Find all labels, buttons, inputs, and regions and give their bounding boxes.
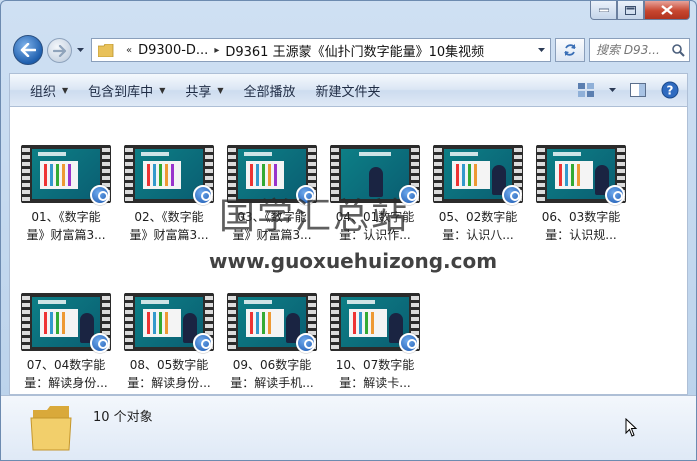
play-all-label: 全部播放 [243,84,296,100]
details-pane: 10 个对象 [1,395,696,460]
preview-pane-button[interactable] [627,79,649,101]
address-row: « D9300-D... ▸ D9361 王源蒙《仙扑门数字能量》10集视频 [9,35,690,65]
list-item[interactable]: 09、06数字能 量：解读手机... [224,255,320,390]
refresh-button[interactable] [555,38,585,62]
minimize-button[interactable] [590,1,617,20]
search-box[interactable] [589,38,690,62]
help-button[interactable]: ? [659,79,681,101]
media-player-icon [296,333,316,353]
dropdown-arrow-icon: ▼ [159,85,166,95]
organize-menu[interactable]: 组织 ▼ [20,74,78,106]
watermark-url: www.guoxuehuizong.com [209,249,498,273]
close-icon [661,5,673,15]
toolbar-right: ? [575,74,681,106]
forward-arrow-icon [52,44,66,57]
list-item[interactable]: 02、《数字能 量》财富篇3... [121,107,217,242]
share-label: 共享 [185,84,212,100]
file-name: 08、05数字能 量：解读身份... [127,358,211,390]
play-all-button[interactable]: 全部播放 [234,74,306,106]
address-dropdown[interactable] [532,39,550,61]
explorer-window: « D9300-D... ▸ D9361 王源蒙《仙扑门数字能量》10集视频 组… [0,0,697,461]
change-view-button[interactable] [575,79,597,101]
mouse-cursor-icon [625,418,638,437]
folder-icon [98,43,114,57]
preview-pane-icon [630,83,646,97]
file-name: 05、02数字能 量：认识八... [438,210,518,242]
command-bar: 组织 ▼ 包含到库中 ▼ 共享 ▼ 全部播放 新建文件夹 ? [9,73,688,107]
dropdown-arrow-icon: ▼ [62,85,69,95]
search-icon[interactable] [671,43,685,57]
file-name: 07、04数字能 量：解读身份... [24,358,108,390]
file-name: 02、《数字能 量》财富篇3... [129,210,209,242]
organize-label: 组织 [30,84,57,100]
dropdown-arrow-icon: ▼ [217,85,224,95]
recent-pages-dropdown[interactable] [75,45,85,55]
caption-buttons [590,1,690,20]
media-player-icon [90,333,110,353]
maximize-icon [625,5,636,15]
breadcrumb-separator-icon[interactable]: ▸ [214,45,219,56]
new-folder-label: 新建文件夹 [315,84,381,100]
include-in-library-label: 包含到库中 [88,84,154,100]
refresh-icon [564,44,576,56]
media-player-icon [193,333,213,353]
include-in-library-menu[interactable]: 包含到库中 ▼ [78,74,175,106]
svg-text:?: ? [667,84,674,98]
close-button[interactable] [644,1,690,20]
list-item[interactable]: 08、05数字能 量：解读身份... [121,255,217,390]
folder-icon [30,406,72,451]
chevron-down-icon [76,48,84,52]
new-folder-button[interactable]: 新建文件夹 [306,74,391,106]
media-player-icon [605,185,625,205]
list-item[interactable]: 10、07数字能 量：解读卡... [327,255,423,390]
media-player-icon [90,185,110,205]
maximize-button[interactable] [617,1,644,20]
help-icon: ? [661,81,679,99]
breadcrumb-current[interactable]: D9361 王源蒙《仙扑门数字能量》10集视频 [225,41,484,60]
media-player-icon [193,185,213,205]
back-arrow-icon [20,43,36,57]
watermark-chinese: 国学汇总站 [219,196,410,237]
minimize-icon [598,8,609,12]
list-item[interactable]: 07、04数字能 量：解读身份... [18,255,114,390]
file-name: 10、07数字能 量：解读卡... [335,358,415,390]
file-name: 09、06数字能 量：解读手机... [230,358,314,390]
view-options-dropdown[interactable] [607,79,617,101]
list-item[interactable]: 05、02数字能 量：认识八... [430,107,526,242]
file-name: 01、《数字能 量》财富篇3... [26,210,106,242]
share-menu[interactable]: 共享 ▼ [175,74,233,106]
back-button[interactable] [13,35,43,65]
chevron-down-icon [608,88,616,92]
media-player-icon [502,185,522,205]
list-item[interactable]: 01、《数字能 量》财富篇3... [18,107,114,242]
chevron-down-icon [537,48,545,52]
search-input[interactable] [596,43,670,57]
address-bar[interactable]: « D9300-D... ▸ D9361 王源蒙《仙扑门数字能量》10集视频 [91,38,551,62]
breadcrumb-overflow[interactable]: « [126,45,132,56]
file-name: 06、03数字能 量：认识规... [541,210,621,242]
media-player-icon [399,333,419,353]
list-item[interactable]: 06、03数字能 量：认识规... [533,107,629,242]
breadcrumb-parent[interactable]: D9300-D... [138,43,208,58]
view-icon [578,83,594,97]
forward-button[interactable] [47,38,72,63]
item-count: 10 个对象 [93,410,153,425]
